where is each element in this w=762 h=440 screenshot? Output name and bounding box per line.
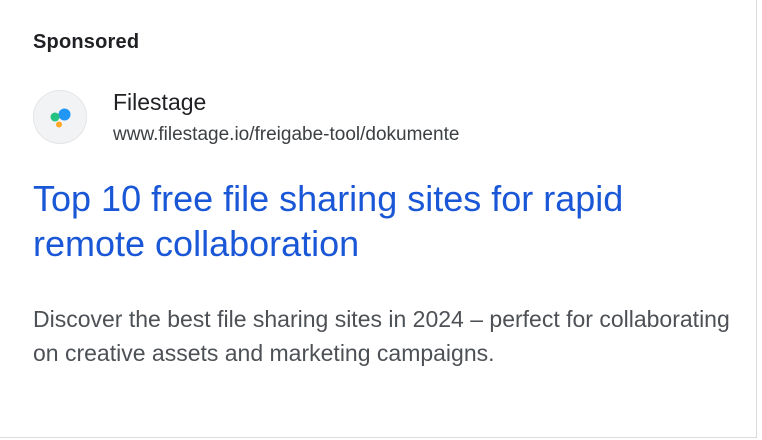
sponsored-ad-card: Sponsored Filestage www.filestage.io/fre… [0,0,757,438]
ad-description: Discover the best file sharing sites in … [33,306,730,366]
sponsored-label: Sponsored [33,31,140,53]
ad-headline-link[interactable]: Top 10 free file sharing sites for rapid… [33,176,733,266]
advertiser-favicon[interactable] [33,90,87,144]
advertiser-name[interactable]: Filestage [113,89,206,116]
filestage-logo-icon [50,108,71,128]
display-url[interactable]: www.filestage.io/freigabe-tool/dokumente [113,124,459,146]
